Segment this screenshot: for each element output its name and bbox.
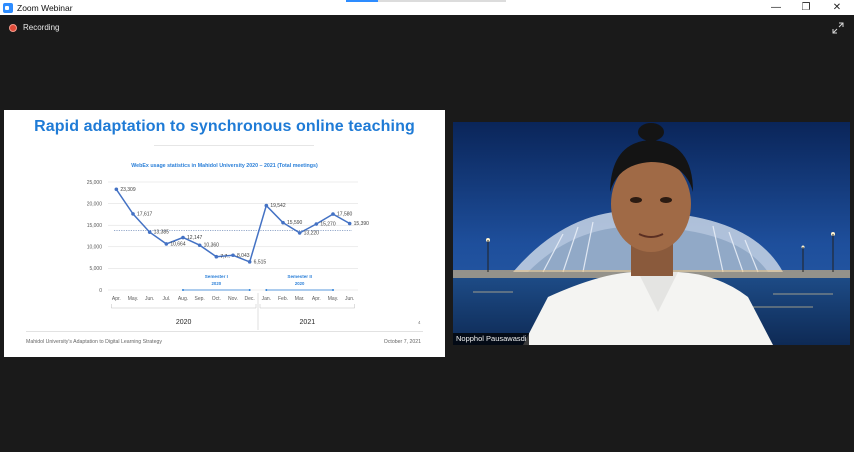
x-tick-label: Jun. [145, 296, 154, 302]
semester-end-dot [332, 289, 334, 291]
year-bracket-2020 [111, 304, 257, 309]
data-label: 10,664 [170, 241, 186, 247]
minimize-icon: — [771, 2, 781, 13]
close-button[interactable]: ✕ [822, 0, 852, 15]
data-point [214, 254, 219, 259]
data-label: 17,617 [137, 211, 153, 217]
data-point [314, 222, 319, 226]
series-line [115, 188, 351, 263]
data-label: 13,220 [304, 230, 320, 236]
x-tick-label: Aug. [178, 296, 188, 302]
data-point [197, 243, 202, 248]
recording-label: Recording [23, 23, 60, 32]
shared-slide: Rapid adaptation to synchronous online t… [4, 110, 445, 357]
data-point [347, 221, 352, 226]
data-label: 8,043 [237, 253, 250, 259]
data-label: 13,385 [154, 230, 170, 236]
x-tick-label: Mar. [295, 296, 305, 302]
year-bracket-2021 [259, 304, 355, 309]
semester-year: 2020 [295, 281, 305, 286]
window-title: Zoom Webinar [17, 2, 73, 13]
semester-start-dot [182, 289, 184, 291]
slide-footer-left: Mahidol University's Adaptation to Digit… [26, 339, 162, 345]
x-tick-label: Dec. [245, 296, 255, 302]
semester-year: 2020 [212, 281, 222, 286]
fullscreen-expand-icon[interactable] [832, 22, 844, 34]
year-label-2020: 2020 [176, 319, 192, 326]
restore-button[interactable]: ❐ [791, 0, 821, 15]
data-point [114, 187, 119, 192]
semester-end-dot [248, 289, 251, 291]
data-label: 10,360 [204, 243, 220, 249]
data-label: 7,7.. [220, 254, 230, 260]
x-tick-label: Jun. [345, 296, 354, 302]
data-label: 23,309 [120, 187, 136, 193]
year-label-2021: 2021 [300, 319, 316, 326]
y-tick-label: 20,000 [87, 201, 103, 207]
y-tick-label: 10,000 [87, 245, 103, 251]
minimize-button[interactable]: — [761, 0, 791, 15]
x-tick-label: May. [328, 296, 338, 302]
data-label: 19,542 [270, 203, 286, 209]
x-tick-label: Feb. [278, 296, 288, 302]
data-label: 15,390 [354, 221, 370, 227]
data-label: 15,270 [320, 222, 336, 228]
recording-indicator[interactable]: Recording [9, 23, 59, 32]
data-point [331, 212, 335, 216]
data-point [281, 220, 285, 225]
data-point [231, 253, 235, 258]
data-point [181, 235, 185, 240]
x-tick-label: May. [128, 296, 138, 302]
restore-icon: ❐ [801, 2, 811, 13]
semester-start-dot [265, 289, 268, 291]
x-tick-label: Apr. [312, 296, 321, 302]
semester-label: Semester II [287, 274, 312, 279]
x-tick-label: Jan. [262, 296, 271, 302]
data-point [247, 260, 252, 264]
semester-label: Semester I [205, 274, 228, 279]
x-tick-label: Nov. [228, 296, 238, 302]
data-point [297, 231, 302, 235]
data-label: 15,590 [287, 220, 303, 226]
recording-icon [9, 23, 17, 32]
speaker-video-frame [453, 122, 850, 345]
data-label: 6,515 [254, 259, 267, 265]
participant-name-tag: Nopphol Pausawasdi [453, 333, 530, 345]
data-point [131, 212, 135, 216]
y-tick-label: 0 [99, 288, 102, 294]
x-tick-label: Sep. [195, 296, 205, 302]
usage-line-chart: 0 5,000 10,000 15,000 20,000 25,000 Apr. May. Ju… [87, 180, 370, 330]
footer-divider [26, 331, 423, 332]
close-icon: ✕ [832, 2, 842, 13]
title-bar: Zoom Webinar — ❐ ✕ [0, 0, 854, 15]
data-point [147, 230, 152, 234]
speaker-video[interactable] [453, 122, 850, 345]
x-tick-label: Oct. [212, 296, 221, 302]
y-tick-label: 25,000 [87, 180, 103, 186]
data-label: 12,147 [187, 235, 203, 241]
toolbar-handle-accent [346, 0, 378, 2]
zoom-app-icon [3, 2, 13, 13]
slide-footer-date: October 7, 2021 [383, 339, 421, 345]
data-point [264, 203, 269, 208]
slide-page-number: 4 [418, 320, 421, 325]
data-point [164, 242, 169, 246]
y-tick-label: 15,000 [87, 223, 103, 229]
data-label: 17,580 [337, 212, 353, 218]
x-tick-label: Jul. [162, 296, 170, 302]
y-tick-label: 5,000 [89, 266, 102, 272]
x-tick-label: Apr. [112, 296, 121, 302]
